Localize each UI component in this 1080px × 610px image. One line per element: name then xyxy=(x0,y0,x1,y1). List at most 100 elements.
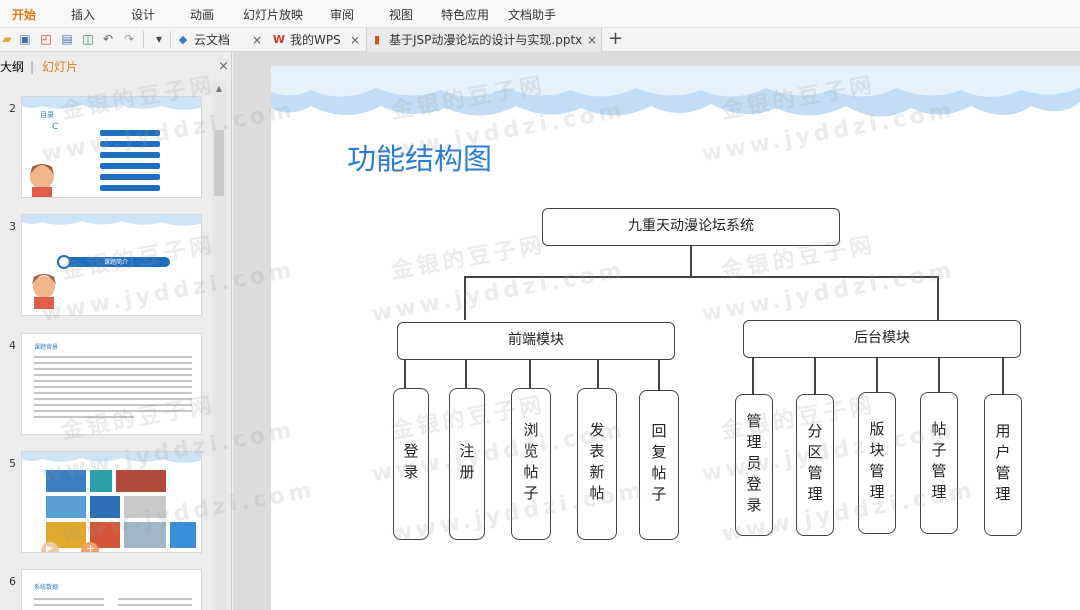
print-icon[interactable]: ▤ xyxy=(60,32,74,46)
tab-my-wps-label: 我的WPS xyxy=(290,33,341,47)
connector-line xyxy=(464,276,938,278)
diagram-root-node[interactable]: 九重天动漫论坛系统 xyxy=(542,208,840,246)
slide-number: 3 xyxy=(9,220,16,233)
slide-thumbnail-6[interactable]: 系统数据 xyxy=(21,569,202,610)
wps-icon: W xyxy=(272,33,286,46)
leaf-label: 发表新帖 xyxy=(587,422,606,506)
diagram-leaf-node[interactable]: 浏览帖子 xyxy=(511,388,551,540)
leaf-label: 管理员登录 xyxy=(744,412,763,518)
close-icon[interactable]: × xyxy=(587,28,597,52)
leaf-label: 用户管理 xyxy=(993,423,1012,507)
scroll-thumb[interactable] xyxy=(214,130,224,196)
play-icon[interactable]: ▶ xyxy=(46,544,53,552)
connector-line xyxy=(752,358,754,394)
current-slide[interactable]: 功能结构图 九重天动漫论坛系统 前端模块 后台模块 登录 注册 浏览帖子 发表新… xyxy=(271,66,1080,610)
add-icon[interactable]: + xyxy=(86,542,95,552)
slide-number: 5 xyxy=(9,457,16,470)
slide-thumbnail-4[interactable]: 课题背景 xyxy=(21,333,202,435)
slide-thumb-art xyxy=(22,452,201,552)
scroll-up-icon[interactable]: ▲ xyxy=(214,84,224,94)
tab-document-label: 基于JSP动漫论坛的设计与实现.pptx xyxy=(389,33,583,47)
connector-line xyxy=(876,358,878,392)
slide-thumbnail-5[interactable]: ▶ + xyxy=(21,451,202,553)
tab-document[interactable]: ▮ 基于JSP动漫论坛的设计与实现.pptx × xyxy=(366,28,602,52)
diagram-leaf-node[interactable]: 发表新帖 xyxy=(577,388,617,540)
connector-line xyxy=(1002,358,1004,394)
connector-line xyxy=(658,360,660,390)
menu-slideshow[interactable]: 幻灯片放映 xyxy=(243,6,303,23)
slide-thumbnail-2[interactable]: C 目录 xyxy=(21,96,202,198)
connector-line xyxy=(690,246,692,276)
cloud-icon: ◆ xyxy=(178,33,188,46)
diagram-leaf-node[interactable]: 注册 xyxy=(449,388,485,540)
undo-icon[interactable]: ↶ xyxy=(101,32,115,46)
leaf-label: 登录 xyxy=(401,443,420,485)
menu-view[interactable]: 视图 xyxy=(389,6,413,23)
thumb-banner: 课题简介 xyxy=(104,259,129,266)
tab-cloud-docs[interactable]: ◆ 云文档 × xyxy=(174,28,266,52)
menu-animation[interactable]: 动画 xyxy=(190,6,214,23)
slide-number: 2 xyxy=(9,102,16,115)
preview-icon[interactable]: ◫ xyxy=(81,32,95,46)
leaf-label: 回复帖子 xyxy=(649,423,668,507)
diagram-leaf-node[interactable]: 登录 xyxy=(393,388,429,540)
connector-line xyxy=(937,276,939,320)
diagram-leaf-node[interactable]: 用户管理 xyxy=(984,394,1022,536)
connector-line xyxy=(465,360,467,388)
leaf-label: 帖子管理 xyxy=(929,421,948,505)
slide-number: 4 xyxy=(9,339,16,352)
slide-number: 6 xyxy=(9,575,16,588)
tab-bar: ▰ ▣ ◰ ▤ ◫ ↶ ↷ ▾ ◆ 云文档 × W 我的WPS × ▮ 基于JS… xyxy=(0,28,1080,52)
dropdown-icon[interactable]: ▾ xyxy=(152,32,166,46)
menu-special[interactable]: 特色应用 xyxy=(441,6,489,23)
connector-line xyxy=(597,360,599,388)
tab-cloud-label: 云文档 xyxy=(194,33,231,47)
leaf-label: 分区管理 xyxy=(805,423,824,507)
slide-canvas: 功能结构图 九重天动漫论坛系统 前端模块 后台模块 登录 注册 浏览帖子 发表新… xyxy=(233,52,1080,610)
menu-design[interactable]: 设计 xyxy=(131,6,155,23)
connector-line xyxy=(404,360,406,388)
menu-review[interactable]: 审阅 xyxy=(330,6,354,23)
panel-scrollbar[interactable]: ▲ xyxy=(212,82,226,610)
slides-panel: 大纲 | 幻灯片 × 2 C 目录 3 课题简介 4 课题背景 5 ▶ + 6 … xyxy=(0,52,232,610)
slide-title[interactable]: 功能结构图 xyxy=(347,136,492,178)
menu-insert[interactable]: 插入 xyxy=(71,6,95,23)
diagram-leaf-node[interactable]: 管理员登录 xyxy=(735,394,773,536)
folder-icon[interactable]: ▰ xyxy=(0,32,14,46)
slide-thumbnail-3[interactable]: 课题简介 xyxy=(21,214,202,316)
diagram-backend-node[interactable]: 后台模块 xyxy=(743,320,1021,358)
save-icon[interactable]: ▣ xyxy=(18,32,32,46)
diagram-frontend-node[interactable]: 前端模块 xyxy=(397,322,675,360)
tab-outline[interactable]: 大纲 xyxy=(0,52,24,82)
tab-divider: | xyxy=(30,60,35,74)
tab-slides[interactable]: 幻灯片 xyxy=(42,52,78,82)
panel-header: 大纲 | 幻灯片 × xyxy=(0,52,232,82)
svg-text:C: C xyxy=(52,122,58,132)
leaf-label: 版块管理 xyxy=(867,421,886,505)
thumb-title: 课题背景 xyxy=(34,344,59,351)
connector-line xyxy=(814,358,816,394)
connector-line xyxy=(464,276,466,320)
connector-line xyxy=(529,360,531,388)
diagram-leaf-node[interactable]: 版块管理 xyxy=(858,392,896,534)
ppt-icon: ▮ xyxy=(373,33,381,46)
toolbar-separator xyxy=(170,31,171,48)
menu-doc-assistant[interactable]: 文档助手 xyxy=(508,6,556,23)
close-icon[interactable]: × xyxy=(350,28,360,52)
thumb-title: 目录 xyxy=(40,111,54,119)
pdf-icon[interactable]: ◰ xyxy=(39,32,53,46)
redo-icon[interactable]: ↷ xyxy=(122,32,136,46)
toolbar-separator xyxy=(143,31,144,48)
menu-home[interactable]: 开始 xyxy=(12,6,36,23)
tab-my-wps[interactable]: W 我的WPS × xyxy=(270,28,366,52)
diagram-leaf-node[interactable]: 分区管理 xyxy=(796,394,834,536)
leaf-label: 注册 xyxy=(457,443,476,485)
leaf-label: 浏览帖子 xyxy=(521,422,540,506)
close-icon[interactable]: × xyxy=(252,28,262,52)
diagram-leaf-node[interactable]: 回复帖子 xyxy=(639,390,679,540)
new-tab-button[interactable]: + xyxy=(608,28,623,50)
close-icon[interactable]: × xyxy=(218,52,229,82)
diagram-leaf-node[interactable]: 帖子管理 xyxy=(920,392,958,534)
ribbon-menu: 开始 插入 设计 动画 幻灯片放映 审阅 视图 特色应用 文档助手 xyxy=(0,0,1080,28)
connector-line xyxy=(938,358,940,392)
